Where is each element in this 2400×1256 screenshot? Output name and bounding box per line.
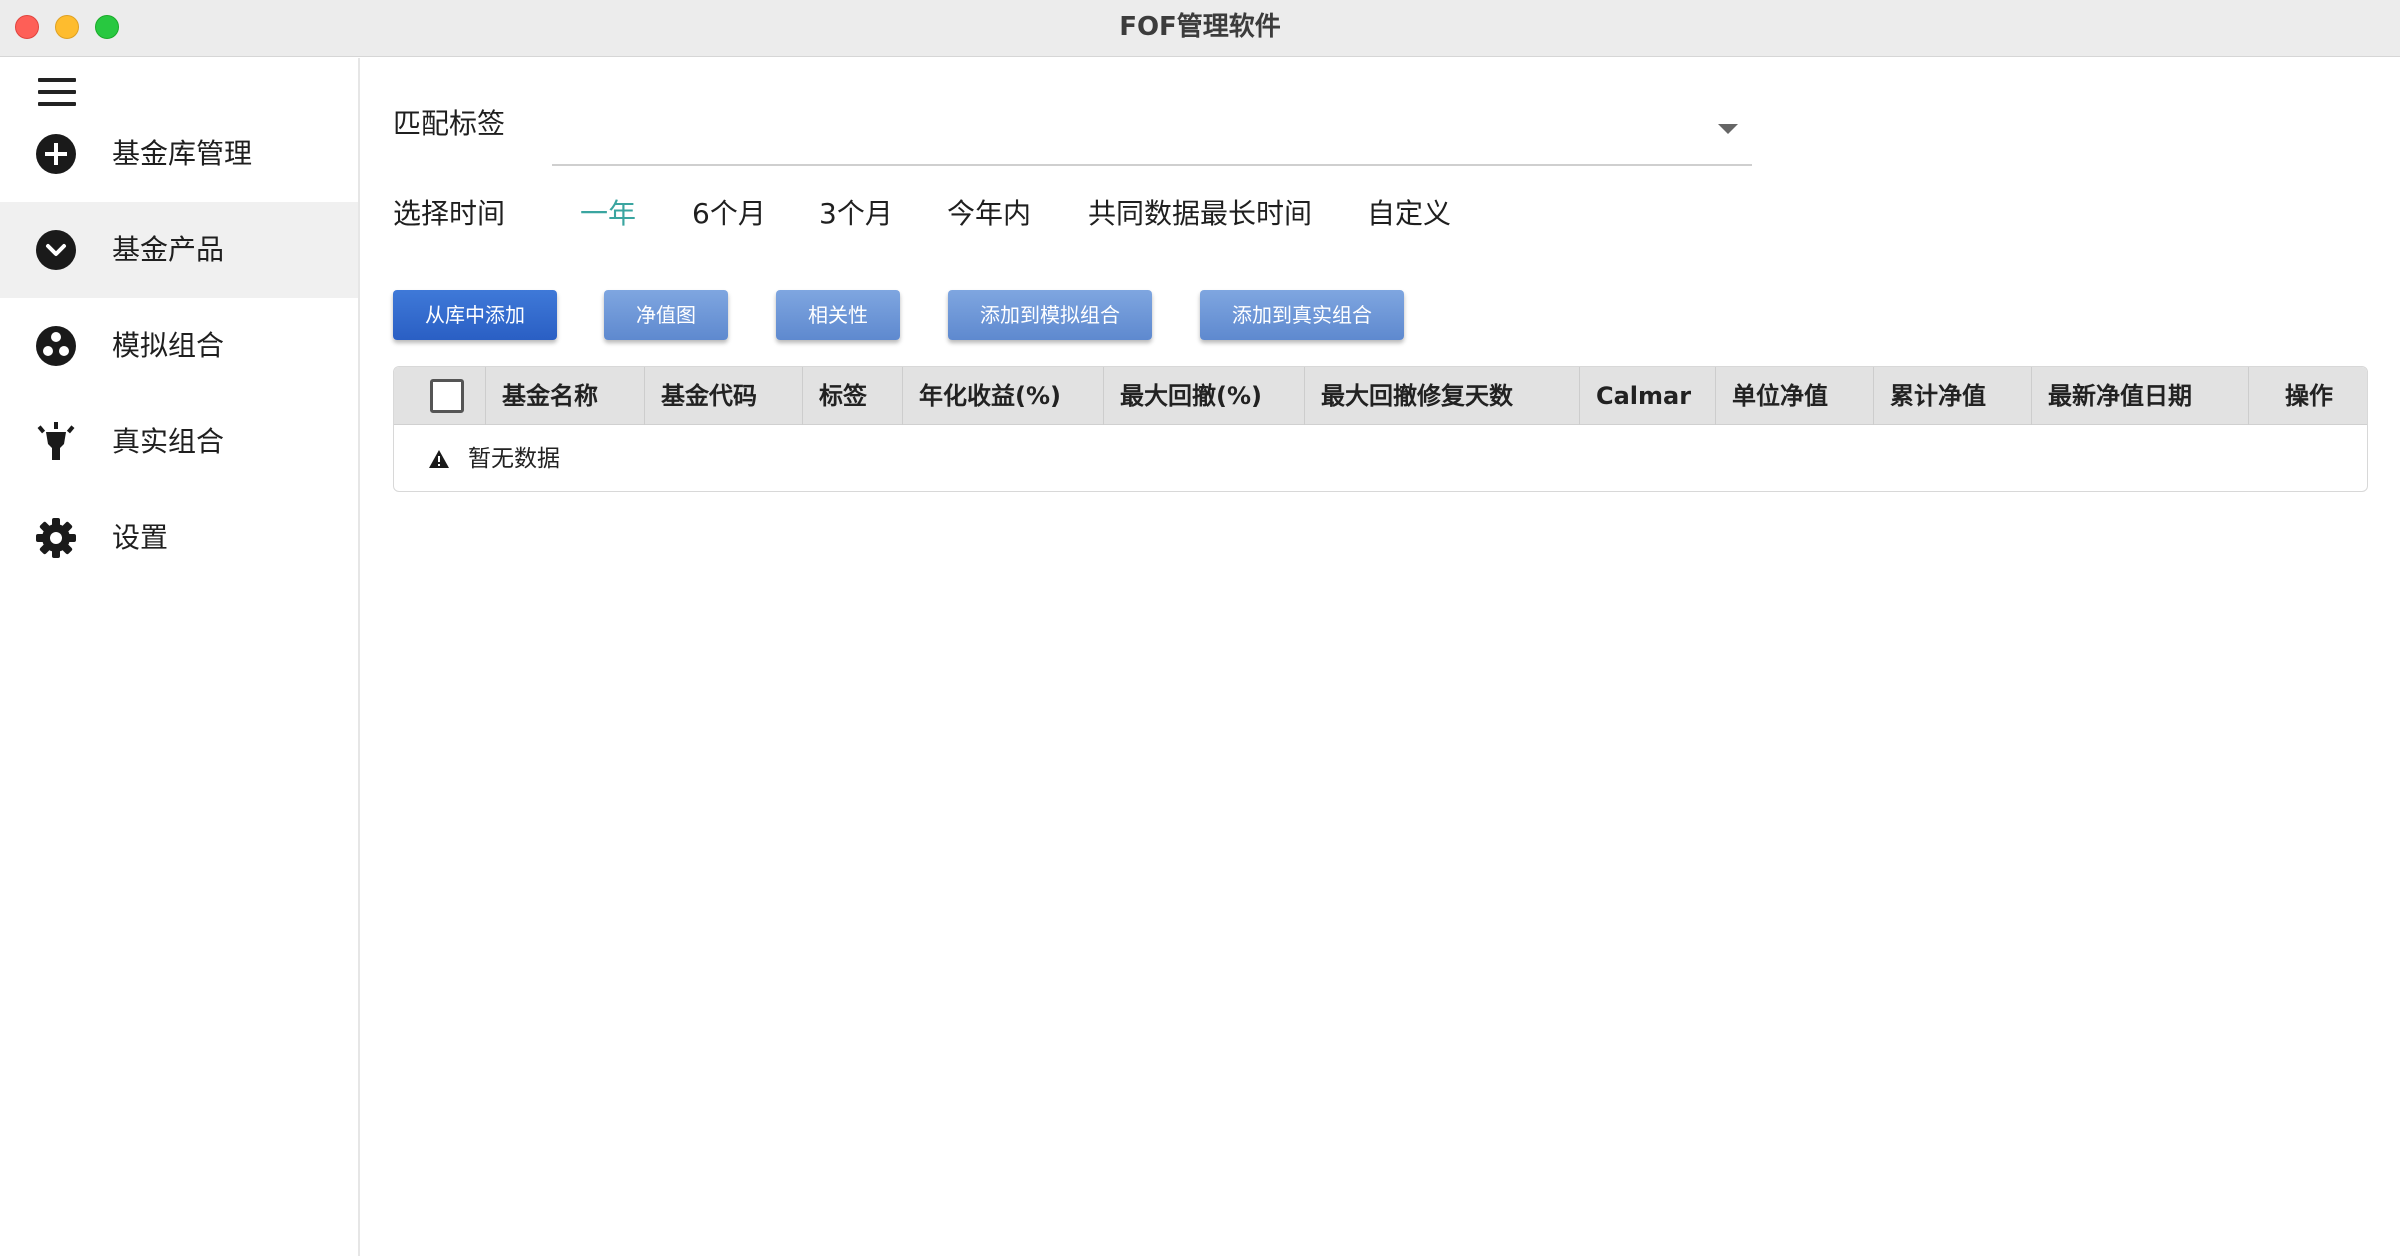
column-header: 操作	[2285, 382, 2333, 410]
tag-select[interactable]	[552, 98, 1752, 166]
column-header[interactable]: 标签	[803, 367, 903, 425]
column-header[interactable]: 单位净值	[1716, 367, 1874, 425]
sidebar-item-label: 基金库管理	[112, 137, 253, 170]
add-circle-icon	[36, 134, 76, 174]
empty-state-row: 暂无数据	[394, 425, 2367, 491]
sidebar: 基金库管理 基金产品 模拟组合 真实组合 设置	[0, 58, 360, 1256]
time-option-longest-common[interactable]: 共同数据最长时间	[1088, 196, 1312, 232]
column-header[interactable]: Calmar	[1580, 367, 1716, 425]
time-option-year-to-date[interactable]: 今年内	[947, 196, 1031, 232]
time-option-3-months[interactable]: 3个月	[819, 196, 893, 232]
sidebar-item-fund-products[interactable]: 基金产品	[0, 202, 358, 298]
title-bar: FOF管理软件	[0, 0, 2400, 57]
time-option-custom[interactable]: 自定义	[1367, 196, 1451, 232]
time-option-one-year[interactable]: 一年	[580, 196, 636, 232]
sidebar-item-settings[interactable]: 设置	[0, 490, 358, 586]
add-from-library-button[interactable]: 从库中添加	[393, 290, 557, 340]
chevron-down-circle-icon	[36, 230, 76, 270]
correlation-button[interactable]: 相关性	[776, 290, 900, 340]
dropdown-arrow-icon[interactable]	[1718, 124, 1738, 134]
bubble-chart-icon	[36, 326, 76, 366]
column-header[interactable]: 最大回撤修复天数	[1305, 367, 1580, 425]
column-header[interactable]: 最新净值日期	[2032, 367, 2249, 425]
app-window: FOF管理软件 基金库管理 基金产品 模拟组合 真实组合 设置 匹配标签 选择时…	[0, 0, 2400, 1256]
empty-state-text: 暂无数据	[468, 446, 560, 472]
warning-icon	[429, 450, 449, 468]
select-all-cell	[394, 367, 486, 425]
add-to-simulated-button[interactable]: 添加到模拟组合	[948, 290, 1152, 340]
window-title: FOF管理软件	[1119, 12, 1281, 42]
sidebar-item-simulated-portfolio[interactable]: 模拟组合	[0, 298, 358, 394]
menu-icon[interactable]	[38, 78, 76, 108]
sidebar-item-label: 基金产品	[112, 233, 225, 266]
main-content: 匹配标签 选择时间 一年 6个月 3个月 今年内 共同数据最长时间 自定义 从库…	[362, 58, 2400, 1256]
nav-chart-button[interactable]: 净值图	[604, 290, 728, 340]
select-all-checkbox[interactable]	[430, 379, 464, 413]
sidebar-item-label: 设置	[112, 521, 169, 554]
lightbulb-icon	[37, 422, 75, 460]
column-header[interactable]: 累计净值	[1874, 367, 2032, 425]
add-to-real-button[interactable]: 添加到真实组合	[1200, 290, 1404, 340]
column-header[interactable]: 基金代码	[645, 367, 803, 425]
sidebar-item-fund-library[interactable]: 基金库管理	[0, 106, 358, 202]
fund-table: 基金名称 基金代码 标签 年化收益(%) 最大回撤(%) 最大回撤修复天数 Ca…	[393, 366, 2368, 492]
column-header[interactable]: 最大回撤(%)	[1104, 367, 1305, 425]
column-header[interactable]: 基金名称	[486, 367, 645, 425]
sidebar-item-real-portfolio[interactable]: 真实组合	[0, 394, 358, 490]
sidebar-item-label: 真实组合	[112, 425, 225, 458]
gear-icon	[36, 518, 76, 558]
tag-filter-label: 匹配标签	[393, 107, 506, 140]
table-header: 基金名称 基金代码 标签 年化收益(%) 最大回撤(%) 最大回撤修复天数 Ca…	[394, 367, 2367, 425]
time-filter-label: 选择时间	[393, 197, 506, 230]
column-header[interactable]: 年化收益(%)	[903, 367, 1104, 425]
time-option-6-months[interactable]: 6个月	[692, 196, 766, 232]
sidebar-item-label: 模拟组合	[112, 329, 225, 362]
